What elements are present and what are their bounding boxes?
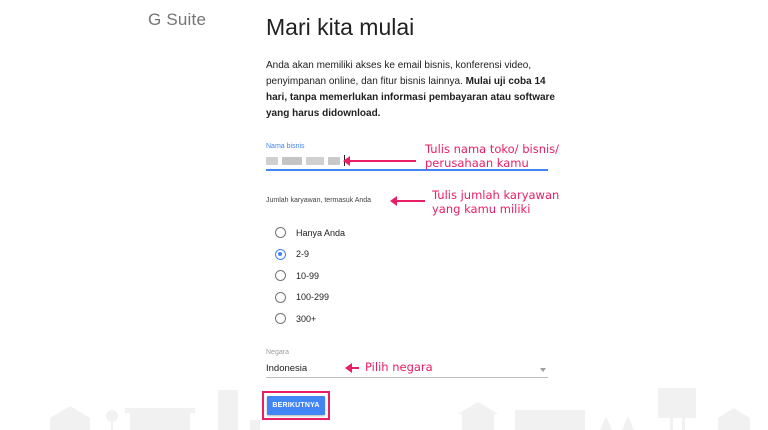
intro-text: Anda akan memiliki akses ke email bisnis… <box>266 58 556 122</box>
radio-label: 2-9 <box>296 249 310 260</box>
blurred-text <box>328 157 340 165</box>
annotation-line: Tulis jumlah karyawan <box>432 188 560 202</box>
blurred-text <box>306 157 324 165</box>
radio-button[interactable] <box>275 313 286 325</box>
store-icon <box>515 410 585 430</box>
radio-button[interactable] <box>275 270 286 282</box>
annotation-arrow <box>343 156 416 166</box>
skyline-illustration <box>50 388 750 430</box>
radio-label: Hanya Anda <box>296 227 346 238</box>
radio-label: 300+ <box>296 313 317 324</box>
gsuite-logo: G Suite <box>148 10 207 29</box>
annotation-line: perusahaan kamu <box>425 156 529 170</box>
store-icon <box>130 412 190 430</box>
annotation-arrow <box>345 363 359 373</box>
annotation-employees: Tulis jumlah karyawan yang kamu miliki <box>432 188 559 216</box>
billboard-icon <box>658 388 696 418</box>
employee-count-label: Jumlah karyawan, termasuk Anda <box>266 197 372 204</box>
house-icon <box>462 414 494 430</box>
page-title: Mari kita mulai <box>266 14 415 40</box>
house-icon <box>50 406 90 430</box>
radio-option-300-plus[interactable]: 300+ <box>275 308 345 330</box>
annotation-line: Tulis nama toko/ bisnis/ <box>425 142 560 156</box>
radio-label: 10-99 <box>296 270 320 281</box>
blurred-text <box>282 157 302 165</box>
annotation-country: Pilih negara <box>365 360 433 374</box>
country-label: Negara <box>266 349 289 356</box>
business-name-label: Nama bisnis <box>266 143 305 150</box>
building-icon <box>218 390 238 430</box>
blurred-text <box>266 157 278 165</box>
radio-button-selected[interactable] <box>275 248 286 260</box>
radio-option-100-299[interactable]: 100-299 <box>275 287 345 309</box>
annotation-line: yang kamu miliki <box>432 202 531 216</box>
radio-option-10-99[interactable]: 10-99 <box>275 265 345 287</box>
house-icon <box>718 408 750 430</box>
employee-count-radio-group: Hanya Anda 2-9 10-99 100-299 300+ <box>275 222 345 330</box>
radio-button[interactable] <box>275 227 286 239</box>
radio-label: 100-299 <box>296 292 330 303</box>
annotation-arrow <box>390 196 425 206</box>
tree-icon <box>600 416 612 430</box>
annotation-business: Tulis nama toko/ bisnis/ perusahaan kamu <box>425 142 559 170</box>
radio-option-hanya-anda[interactable]: Hanya Anda <box>275 222 345 244</box>
radio-button[interactable] <box>275 291 286 303</box>
country-value: Indonesia <box>266 363 308 374</box>
dropdown-arrow-icon <box>540 368 546 372</box>
radio-option-2-9[interactable]: 2-9 <box>275 244 345 266</box>
